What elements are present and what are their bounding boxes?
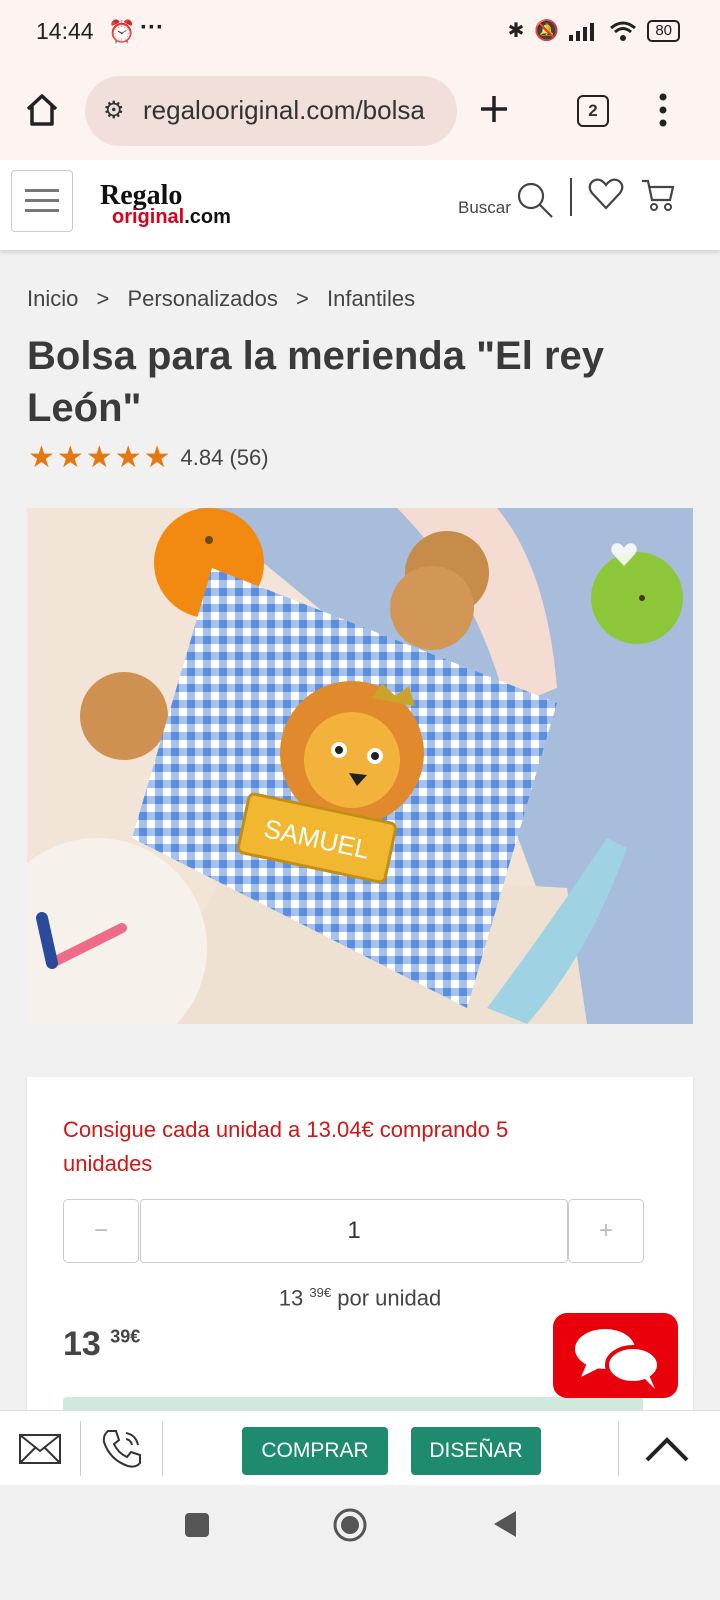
product-image[interactable]: SAMUEL [27,508,693,1024]
buy-button[interactable]: COMPRAR [242,1427,388,1475]
browser-menu-icon[interactable] [656,92,670,128]
new-tab-icon[interactable] [478,93,510,125]
bottom-divider [618,1421,619,1476]
home-nav-icon[interactable] [332,1507,368,1543]
star-icon: ★ [85,441,113,474]
url-text[interactable]: regalooriginal.com/bolsa [143,95,445,126]
star-icon: ★ [143,441,171,474]
star-icon: ★ [28,441,55,474]
more-notifications-icon: ··· [140,14,164,41]
alarm-icon: ⏰ [108,19,136,44]
chat-button[interactable] [553,1313,678,1398]
total-price: 13 39€ [63,1325,141,1363]
image-favorite-heart-icon[interactable] [610,542,638,568]
breadcrumb-inicio[interactable]: Inicio [27,286,78,311]
site-settings-icon[interactable]: ⚙ [103,96,125,125]
product-title: Bolsa para la merienda "El rey León" [27,334,605,430]
breadcrumb-infantiles[interactable]: Infantiles [327,286,415,311]
unit-price: 13 39€ por unidad [278,1285,442,1311]
wishlist-heart-icon[interactable] [588,178,624,210]
product-rating[interactable]: ★ ★ ★ ★ ★ 4.84 (56) [28,440,269,475]
quantity-input[interactable]: 1 [140,1199,568,1263]
recents-icon[interactable] [185,1513,209,1537]
cart-icon[interactable] [640,178,676,212]
chat-bubbles-icon [575,1329,661,1389]
menu-button[interactable] [11,170,73,232]
breadcrumb-personalizados[interactable]: Personalizados [127,286,277,311]
site-header: Regalo original.com Buscar [0,160,720,250]
wifi-icon [610,21,637,41]
bottom-action-bar: COMPRAR DISEÑAR [0,1410,720,1486]
search-icon[interactable] [515,180,555,220]
hamburger-icon [25,189,59,192]
bluetooth-icon: ✱ [507,20,525,42]
phone-icon[interactable] [100,1427,144,1471]
breadcrumb-separator: > [96,286,110,311]
signal-icon [569,22,595,41]
rating-value: 4.84 (56) [180,444,269,470]
email-icon[interactable] [18,1433,62,1465]
status-bar: 14:44 ⏰ ··· ✱ 🔕 80 [0,0,720,64]
status-time: 14:44 [36,18,94,44]
breadcrumb: Inicio > Personalizados > Infantiles [27,286,427,312]
bulk-discount-message: Consigue cada unidad a 13.04€ comprando … [63,1117,509,1176]
status-icons: ✱ 🔕 80 [508,18,680,43]
browser-toolbar: ⚙ regalooriginal.com/bolsa 2 [0,64,720,160]
search-label[interactable]: Buscar [458,198,511,218]
quantity-decrease-button[interactable]: − [63,1199,139,1263]
scroll-to-top-icon[interactable] [645,1435,689,1463]
design-button[interactable]: DISEÑAR [411,1427,541,1475]
url-bar[interactable]: ⚙ regalooriginal.com/bolsa [85,76,457,146]
star-icon: ★ [56,441,84,474]
system-navigation-bar [0,1485,720,1600]
logo-bottom[interactable]: original.com [112,206,231,229]
home-icon[interactable] [24,92,60,128]
star-icon: ★ [114,441,142,474]
tab-switcher-button[interactable]: 2 [577,95,609,127]
bottom-divider [162,1421,163,1476]
lion-bag-illustration: SAMUEL [27,508,693,1024]
breadcrumb-separator: > [296,286,309,311]
back-icon[interactable] [492,1509,518,1539]
bottom-divider [80,1421,81,1476]
header-divider [570,178,572,216]
battery-level: 80 [647,19,680,42]
quantity-increase-button[interactable]: + [568,1199,644,1263]
mute-icon: 🔕 [534,20,560,42]
